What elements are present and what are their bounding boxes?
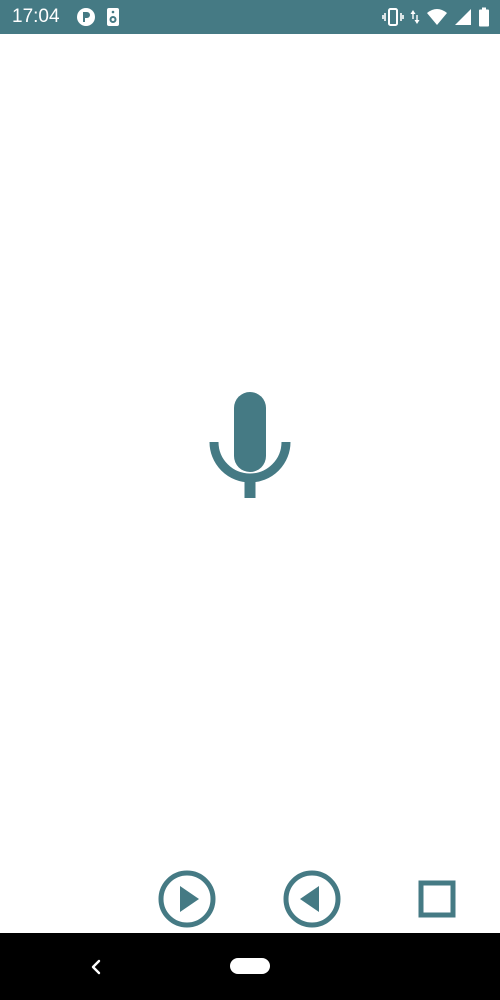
- wifi-icon: [426, 7, 448, 27]
- status-right-icons: [382, 7, 490, 27]
- status-bar: 17:04: [0, 0, 500, 34]
- battery-icon: [478, 7, 490, 27]
- chevron-left-icon: [91, 959, 101, 975]
- signal-icon: [454, 7, 472, 27]
- p-badge-icon: [76, 7, 96, 27]
- playback-controls: [0, 866, 500, 932]
- play-button[interactable]: [156, 868, 218, 930]
- rewind-icon: [283, 870, 341, 928]
- home-button[interactable]: [230, 958, 270, 974]
- rewind-button[interactable]: [281, 868, 343, 930]
- stop-button[interactable]: [406, 868, 468, 930]
- vibrate-icon: [382, 7, 404, 27]
- navigation-bar: [0, 933, 500, 1000]
- back-button[interactable]: [84, 955, 108, 979]
- speaker-icon: [106, 7, 120, 27]
- status-left-icons: [76, 7, 120, 27]
- status-time: 17:04: [12, 6, 60, 27]
- stop-icon: [418, 880, 456, 918]
- microphone-icon[interactable]: [206, 390, 294, 502]
- data-arrows-icon: [410, 7, 420, 27]
- app-screen: 17:04: [0, 0, 500, 1000]
- play-icon: [158, 870, 216, 928]
- main-area: [0, 34, 500, 934]
